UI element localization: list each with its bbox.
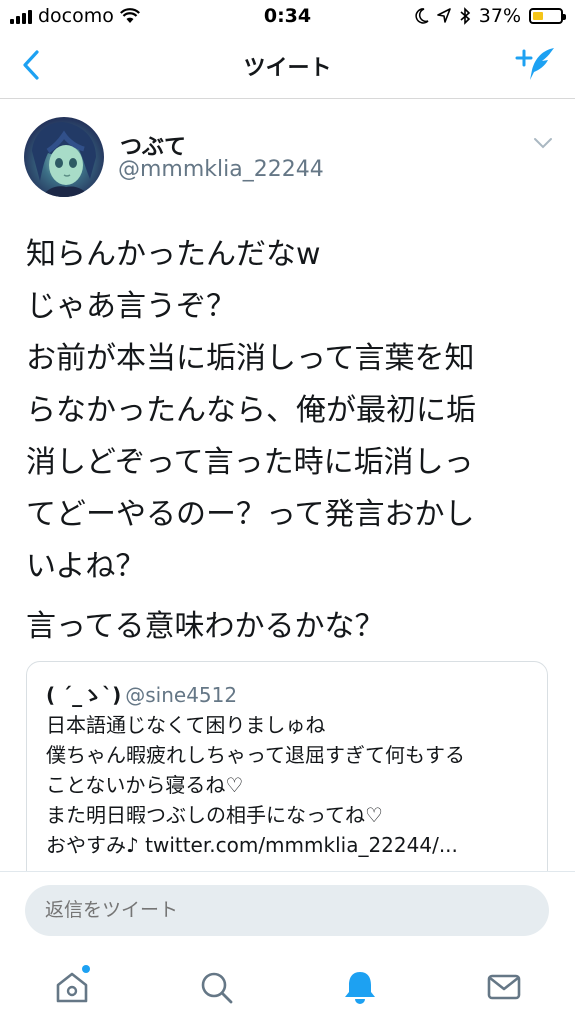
author-handle[interactable]: @mmmklia_22244 (118, 157, 324, 182)
quoted-text-line: 日本語通じなくて困りましゅね (46, 713, 326, 737)
battery-percent: 37% (478, 5, 521, 27)
tweet-text-paragraph: 知らんかったんだなw じゃあ言うぞ？ お前が本当に垢消しって言葉を知 らなかった… (26, 237, 476, 584)
tweet-detail-screen: docomo 0:34 37% ツイート つぶて @mmmklia_22244 … (0, 0, 575, 1024)
quoted-text-line: また明日暇つぶしの相手になってね♡ (46, 803, 383, 827)
tweet-text-paragraph: 言ってる意味わかるかな？ (26, 609, 385, 644)
tab-notifications[interactable] (340, 967, 380, 1007)
avatar-image (32, 122, 96, 197)
moon-icon (415, 8, 429, 24)
battery-level-fill (533, 12, 543, 20)
quoted-text-line: ことないから寝るね♡ (46, 773, 244, 797)
battery-icon (529, 8, 566, 24)
avatar[interactable] (24, 117, 104, 197)
quoted-author-name: ( ´_ゝ`) (46, 683, 122, 707)
envelope-icon (487, 974, 521, 1000)
reply-input[interactable] (25, 885, 549, 936)
quoted-tweet-text: 日本語通じなくて困りましゅね 僕ちゃん暇疲れしちゃって退屈すぎて何もする ことな… (46, 710, 538, 860)
page-title: ツイート (243, 56, 332, 81)
quoted-author-handle: @sine4512 (125, 683, 238, 707)
status-bar: docomo 0:34 37% (0, 0, 575, 34)
bluetooth-icon (460, 7, 470, 25)
quoted-tweet-card[interactable]: ( ´_ゝ`) @sine4512 日本語通じなくて困りましゅね 僕ちゃん暇疲れし… (26, 661, 548, 901)
quoted-text-line: 僕ちゃん暇疲れしちゃって退屈すぎて何もする (46, 743, 465, 767)
quoted-text-line: おやすみ♪ twitter.com/mmmklia_22244/... (46, 833, 458, 857)
location-arrow-icon (436, 8, 451, 23)
compose-tweet-button[interactable] (515, 44, 557, 84)
home-icon (56, 972, 88, 1003)
tab-search[interactable] (196, 967, 236, 1007)
tweet-text: 知らんかったんだなw じゃあ言うぞ？ お前が本当に垢消しって言葉を知 らなかった… (26, 229, 556, 653)
chevron-down-icon (534, 138, 552, 149)
bell-icon (345, 972, 375, 1004)
status-right: 37% (415, 5, 566, 27)
reply-bar (0, 871, 575, 952)
tweet-menu-button[interactable] (533, 135, 553, 149)
navigation-bar: ツイート (0, 34, 575, 99)
home-notification-dot (82, 965, 90, 973)
search-icon (201, 972, 233, 1004)
tab-home[interactable] (52, 965, 92, 1007)
compose-feather-icon (515, 48, 554, 80)
tab-messages[interactable] (484, 967, 524, 1007)
tab-bar (0, 951, 575, 1024)
quoted-tweet-header: ( ´_ゝ`) @sine4512 (46, 679, 237, 708)
